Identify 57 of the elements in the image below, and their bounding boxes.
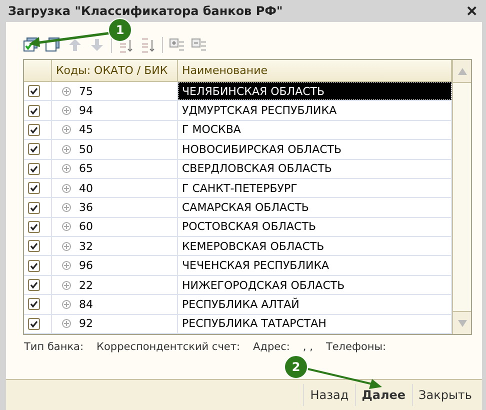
table-cell: 36 <box>79 201 93 214</box>
checkbox[interactable] <box>28 318 40 330</box>
table-cell: 84 <box>79 298 93 311</box>
detail-label: Адрес: <box>253 341 290 353</box>
checkbox[interactable] <box>28 162 40 175</box>
table-cell: 40 <box>79 182 93 195</box>
checkbox[interactable] <box>28 85 40 98</box>
expand-icon[interactable] <box>62 86 71 96</box>
table-cell: 32 <box>79 240 93 253</box>
sort-descending-icon[interactable] <box>140 37 156 53</box>
table-cell: ЧЕЛЯБИНСКАЯ ОБЛАСТЬ <box>178 82 452 100</box>
table-cell: 75 <box>79 84 93 98</box>
expand-icon[interactable] <box>62 125 71 134</box>
dialog-button[interactable]: Закрыть <box>412 384 478 406</box>
expand-icon[interactable] <box>62 144 71 154</box>
column-header[interactable]: Коды: ОКАТО / БИК <box>52 60 178 81</box>
checkbox[interactable] <box>28 240 40 252</box>
checkbox[interactable] <box>28 279 40 292</box>
expand-icon[interactable] <box>62 261 71 270</box>
expand-icon[interactable] <box>62 222 71 232</box>
callout-badge: 1 <box>108 18 132 42</box>
table-cell: 94 <box>79 104 93 118</box>
table-cell: 96 <box>79 259 93 272</box>
expand-icon[interactable] <box>62 242 71 251</box>
detail-label: Телефоны: <box>326 341 386 353</box>
checkbox[interactable] <box>28 104 40 117</box>
expand-icon[interactable] <box>62 280 71 290</box>
close-button[interactable]: ✕ <box>466 3 478 19</box>
expand-icon[interactable] <box>62 184 71 193</box>
table-cell: 22 <box>79 278 93 292</box>
table-cell: 50 <box>79 142 93 156</box>
detail-label: Корреспондентский счет: <box>96 341 240 353</box>
checkbox[interactable] <box>28 202 40 214</box>
expand-icon[interactable] <box>62 106 71 116</box>
collapse-all-icon[interactable] <box>191 37 207 53</box>
checkbox[interactable] <box>28 298 40 310</box>
table-cell: 45 <box>79 123 93 136</box>
table-cell: 60 <box>79 220 93 234</box>
move-up-icon[interactable] <box>67 37 83 53</box>
expand-icon[interactable] <box>62 300 71 309</box>
checkbox[interactable] <box>28 124 40 136</box>
expand-icon[interactable] <box>62 319 71 328</box>
window-title: Загрузка "Классификатора банков РФ" <box>8 4 283 18</box>
checkbox[interactable] <box>28 143 40 156</box>
detail-label: , , <box>302 341 313 353</box>
checkbox[interactable] <box>28 182 40 194</box>
dialog-button[interactable]: Назад <box>303 384 355 406</box>
sort-ascending-icon[interactable] <box>118 37 134 53</box>
table-cell: 65 <box>79 162 93 176</box>
checkbox[interactable] <box>28 220 40 233</box>
detail-label: Тип банка: <box>24 341 84 353</box>
expand-icon[interactable] <box>62 203 71 212</box>
uncheck-all-icon[interactable] <box>45 37 61 53</box>
expand-all-icon[interactable] <box>169 37 185 53</box>
checkbox[interactable] <box>28 260 40 272</box>
expand-icon[interactable] <box>62 164 71 174</box>
table-cell: 92 <box>79 317 93 330</box>
